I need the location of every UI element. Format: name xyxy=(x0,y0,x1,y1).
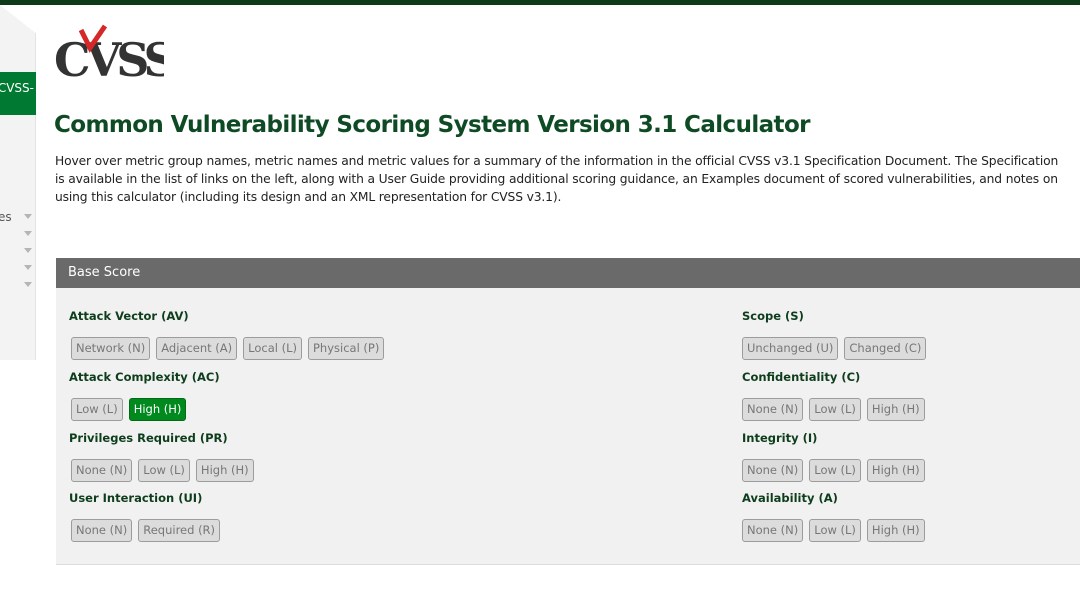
metric-a-option-button[interactable]: None (N) xyxy=(742,519,804,542)
sidebar-corner xyxy=(0,5,56,49)
privileges-required-options: None (N) Low (L) High (H) xyxy=(71,459,254,482)
metric-label-ui[interactable]: User Interaction (UI) xyxy=(69,491,202,505)
availability-options: None (N) Low (L) High (H) xyxy=(742,519,925,542)
chevron-down-icon xyxy=(24,231,32,236)
user-interaction-options: None (N) Required (R) xyxy=(71,519,221,542)
metric-s-option-button[interactable]: Changed (C) xyxy=(844,337,927,360)
chevron-down-icon xyxy=(24,248,32,253)
metric-av-option-button[interactable]: Network (N) xyxy=(71,337,151,360)
metric-ac-option-button[interactable]: High (H) xyxy=(128,398,187,421)
sidebar-item[interactable] xyxy=(0,278,36,294)
sidebar-item[interactable]: es xyxy=(0,210,36,226)
top-bar xyxy=(0,0,1080,5)
metric-av-option-button[interactable]: Adjacent (A) xyxy=(156,337,238,360)
sidebar-item[interactable] xyxy=(0,227,36,243)
confidentiality-options: None (N) Low (L) High (H) xyxy=(742,398,925,421)
metric-s-option-button[interactable]: Unchanged (U) xyxy=(742,337,839,360)
attack-vector-options: Network (N) Adjacent (A) Local (L) Physical… xyxy=(71,337,385,360)
metric-label-i[interactable]: Integrity (I) xyxy=(742,431,817,445)
sidebar: CVSS- es xyxy=(0,5,56,360)
page-title: Common Vulnerability Scoring System Vers… xyxy=(54,112,811,138)
metric-label-c[interactable]: Confidentiality (C) xyxy=(742,370,860,384)
chevron-down-icon xyxy=(24,265,32,270)
chevron-down-icon xyxy=(24,214,32,219)
integrity-options: None (N) Low (L) High (H) xyxy=(742,459,925,482)
metric-ac-option-button[interactable]: Low (L) xyxy=(71,398,123,421)
chevron-down-icon xyxy=(24,282,32,287)
metric-c-option-button[interactable]: None (N) xyxy=(742,398,804,421)
metric-pr-option-button[interactable]: High (H) xyxy=(195,459,254,482)
metric-av-option-button[interactable]: Physical (P) xyxy=(308,337,385,360)
metric-ui-option-button[interactable]: Required (R) xyxy=(138,519,221,542)
metric-i-option-button[interactable]: Low (L) xyxy=(809,459,861,482)
metric-i-option-button[interactable]: High (H) xyxy=(866,459,925,482)
metric-label-av[interactable]: Attack Vector (AV) xyxy=(69,309,189,323)
metric-c-option-button[interactable]: Low (L) xyxy=(809,398,861,421)
attack-complexity-options: Low (L) High (H) xyxy=(71,398,187,421)
logo-text: CVSS xyxy=(54,33,164,80)
base-score-header[interactable]: Base Score xyxy=(56,258,1080,288)
metric-label-pr[interactable]: Privileges Required (PR) xyxy=(69,431,228,445)
sidebar-item[interactable] xyxy=(0,261,36,277)
metric-pr-option-button[interactable]: Low (L) xyxy=(138,459,190,482)
metric-label-ac[interactable]: Attack Complexity (AC) xyxy=(69,370,220,384)
intro-text: Hover over metric group names, metric na… xyxy=(55,154,1059,204)
metric-pr-option-button[interactable]: None (N) xyxy=(71,459,133,482)
metric-ui-option-button[interactable]: None (N) xyxy=(71,519,133,542)
metric-c-option-button[interactable]: High (H) xyxy=(866,398,925,421)
metric-a-option-button[interactable]: Low (L) xyxy=(809,519,861,542)
scope-options: Unchanged (U) Changed (C) xyxy=(742,337,927,360)
sidebar-item-label: es xyxy=(0,210,12,224)
metric-label-s[interactable]: Scope (S) xyxy=(742,309,804,323)
cvss-logo[interactable]: CVSS xyxy=(54,24,180,87)
sidebar-item[interactable] xyxy=(0,244,36,260)
metric-label-a[interactable]: Availability (A) xyxy=(742,491,838,505)
metric-a-option-button[interactable]: High (H) xyxy=(866,519,925,542)
base-score-panel: Base Score Attack Vector (AV) Network (N… xyxy=(56,258,1080,565)
metric-i-option-button[interactable]: None (N) xyxy=(742,459,804,482)
sidebar-item-active[interactable]: CVSS- xyxy=(0,72,36,115)
sidebar-item-label: CVSS- xyxy=(0,81,34,95)
metric-av-option-button[interactable]: Local (L) xyxy=(243,337,302,360)
